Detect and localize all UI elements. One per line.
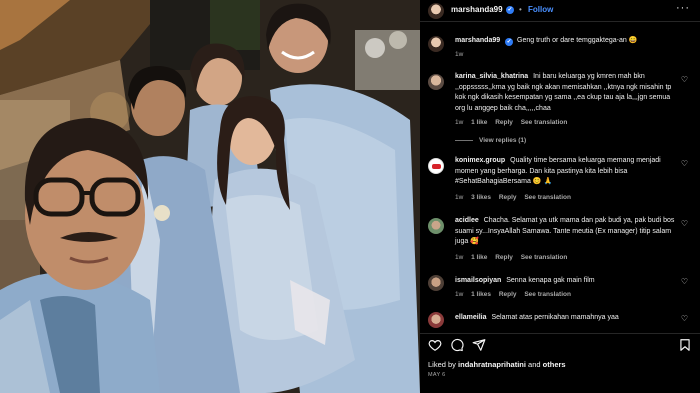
verified-badge-icon: ✓ [505, 38, 514, 46]
comment-meta: 1w 1 like Reply See translation [455, 119, 573, 126]
comment-body: ellameilia Selamat atas pernikahan mamah… [455, 313, 677, 324]
comment-meta: 1w 1 like Reply See translation [455, 254, 573, 261]
see-translation-link[interactable]: See translation [521, 254, 568, 261]
post-side-panel: marshanda99 ✓ • Follow ··· marshanda99 ✓… [420, 0, 700, 393]
comment-username[interactable]: karina_silvia_khatrina [455, 73, 528, 80]
heart-icon[interactable] [428, 338, 442, 352]
caption-text: Geng truth or dare temggaktega-an 😄 [517, 37, 638, 44]
like-comment-heart-icon[interactable]: ♡ [681, 159, 688, 168]
comment-username[interactable]: konimex.group [455, 157, 505, 164]
family-photo-image [0, 0, 420, 393]
author-avatar[interactable] [428, 3, 444, 19]
reply-button[interactable]: Reply [499, 291, 517, 298]
more-horizontal-icon[interactable]: ··· [676, 2, 690, 14]
comment-body: acidlee Chacha. Selamat ya utk mama dan … [455, 216, 677, 248]
see-translation-link[interactable]: See translation [521, 119, 568, 126]
comment-body: ismailsopiyan Senna kenapa gak main film [455, 276, 677, 287]
comment-text: Senna kenapa gak main film [506, 277, 595, 284]
reply-button[interactable]: Reply [495, 254, 513, 261]
liked-by-others-link[interactable]: others [543, 360, 566, 369]
post-date: MAY 6 [428, 372, 446, 378]
comment-likes[interactable]: 3 likes [471, 194, 491, 201]
comment-icon[interactable] [450, 338, 464, 352]
reply-button[interactable]: Reply [495, 119, 513, 126]
caption-avatar[interactable] [428, 36, 444, 52]
follow-button[interactable]: Follow [528, 5, 553, 14]
comment-text: Chacha. Selamat ya utk mama dan pak budi… [455, 217, 675, 245]
commenter-avatar[interactable] [428, 74, 444, 90]
comment-username[interactable]: acidlee [455, 217, 479, 224]
see-translation-link[interactable]: See translation [524, 194, 571, 201]
like-comment-heart-icon[interactable]: ♡ [681, 314, 688, 323]
view-replies-button[interactable]: View replies (1) [455, 137, 526, 144]
commenter-avatar[interactable] [428, 158, 444, 174]
comment-body: karina_silvia_khatrina Ini baru keluarga… [455, 72, 677, 114]
liked-by-and: and [528, 360, 541, 369]
like-comment-heart-icon[interactable]: ♡ [681, 219, 688, 228]
comment-time: 1w [455, 119, 464, 126]
comment-meta: 1w 3 likes Reply See translation [455, 194, 577, 201]
commenter-avatar[interactable] [428, 312, 444, 328]
post-photo[interactable] [0, 0, 420, 393]
comment-meta: 1w 1 likes Reply See translation [455, 291, 577, 298]
comment-time: 1w [455, 254, 464, 261]
liked-by-text: Liked by indahratnaprihatini and others [428, 360, 566, 369]
reply-button[interactable]: Reply [499, 194, 517, 201]
liked-by-prefix: Liked by [428, 360, 456, 369]
caption-meta: 1w [455, 51, 469, 58]
post-header: marshanda99 ✓ • Follow ··· [420, 0, 700, 22]
commenter-avatar[interactable] [428, 218, 444, 234]
see-translation-link[interactable]: See translation [524, 291, 571, 298]
comment-body: konimex.group Quality time bersama kelua… [455, 156, 677, 188]
caption-body: marshanda99 ✓ Geng truth or dare temggak… [455, 36, 677, 47]
comment-username[interactable]: ismailsopiyan [455, 277, 501, 284]
comment-likes[interactable]: 1 like [471, 254, 487, 261]
commenter-avatar[interactable] [428, 275, 444, 291]
liked-by-user-link[interactable]: indahratnaprihatini [458, 360, 526, 369]
verified-badge-icon: ✓ [506, 6, 514, 14]
konimex-logo-icon [432, 164, 441, 169]
comment-likes[interactable]: 1 likes [471, 291, 491, 298]
comment-time: 1w [455, 194, 464, 201]
author-username[interactable]: marshanda99 [451, 5, 503, 14]
separator-dot: • [519, 5, 522, 14]
comments-list[interactable]: marshanda99 ✓ Geng truth or dare temggak… [420, 28, 700, 328]
bookmark-icon[interactable] [678, 338, 692, 352]
share-icon[interactable] [472, 338, 486, 352]
comment-username[interactable]: ellameilia [455, 314, 487, 321]
post-action-bar [420, 333, 700, 353]
like-comment-heart-icon[interactable]: ♡ [681, 277, 688, 286]
like-comment-heart-icon[interactable]: ♡ [681, 75, 688, 84]
caption-time: 1w [455, 51, 464, 58]
comment-time: 1w [455, 291, 464, 298]
comment-text: Selamat atas pernikahan mamahnya yaa [491, 314, 619, 321]
comment-likes[interactable]: 1 like [471, 119, 487, 126]
caption-username[interactable]: marshanda99 [455, 37, 500, 44]
